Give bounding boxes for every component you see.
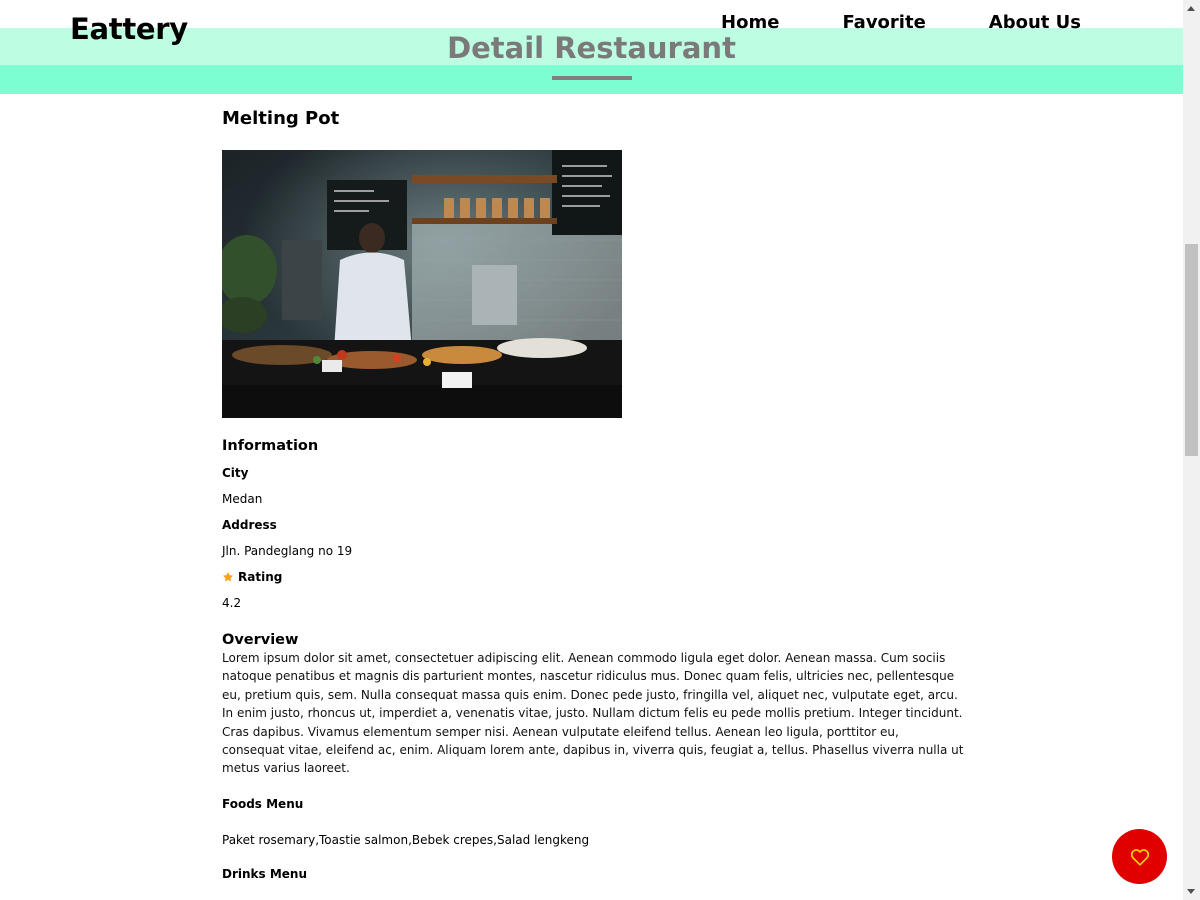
scrollbar-thumb[interactable] [1185,244,1198,456]
nav-about-link[interactable]: About Us [989,12,1081,33]
foods-menu-list: Paket rosemary,Toastie salmon,Bebek crep… [222,832,590,847]
nav-favorite-link[interactable]: Favorite [842,12,925,33]
main-nav: Home Favorite About Us [721,12,1081,33]
scroll-down-arrow[interactable] [1187,889,1195,894]
information-heading: Information [222,438,319,454]
address-value: Jln. Pandeglang no 19 [222,544,353,558]
foods-menu-label: Foods Menu [222,796,304,811]
nav-home-link[interactable]: Home [721,12,779,33]
restaurant-name: Melting Pot [222,108,340,129]
rating-value: 4.2 [222,596,242,610]
restaurant-image [222,150,622,418]
favorite-button[interactable] [1112,829,1167,884]
overview-text: Lorem ipsum dolor sit amet, consectetuer… [222,651,964,776]
city-label: City [222,466,249,480]
city-value: Medan [222,492,263,506]
heart-outline-icon [1130,848,1149,866]
drinks-menu-label: Drinks Menu [222,866,308,881]
rating-label-row: Rating [222,569,964,585]
address-label: Address [222,518,277,532]
restaurant-detail: Melting Pot Information City Medan Addre… [222,105,964,882]
scroll-up-arrow[interactable] [1187,6,1195,11]
rating-label: Rating [238,570,283,584]
title-underline [552,76,632,80]
page-title: Detail Restaurant [447,31,736,65]
star-icon [223,572,233,582]
overview-heading: Overview [222,632,299,648]
